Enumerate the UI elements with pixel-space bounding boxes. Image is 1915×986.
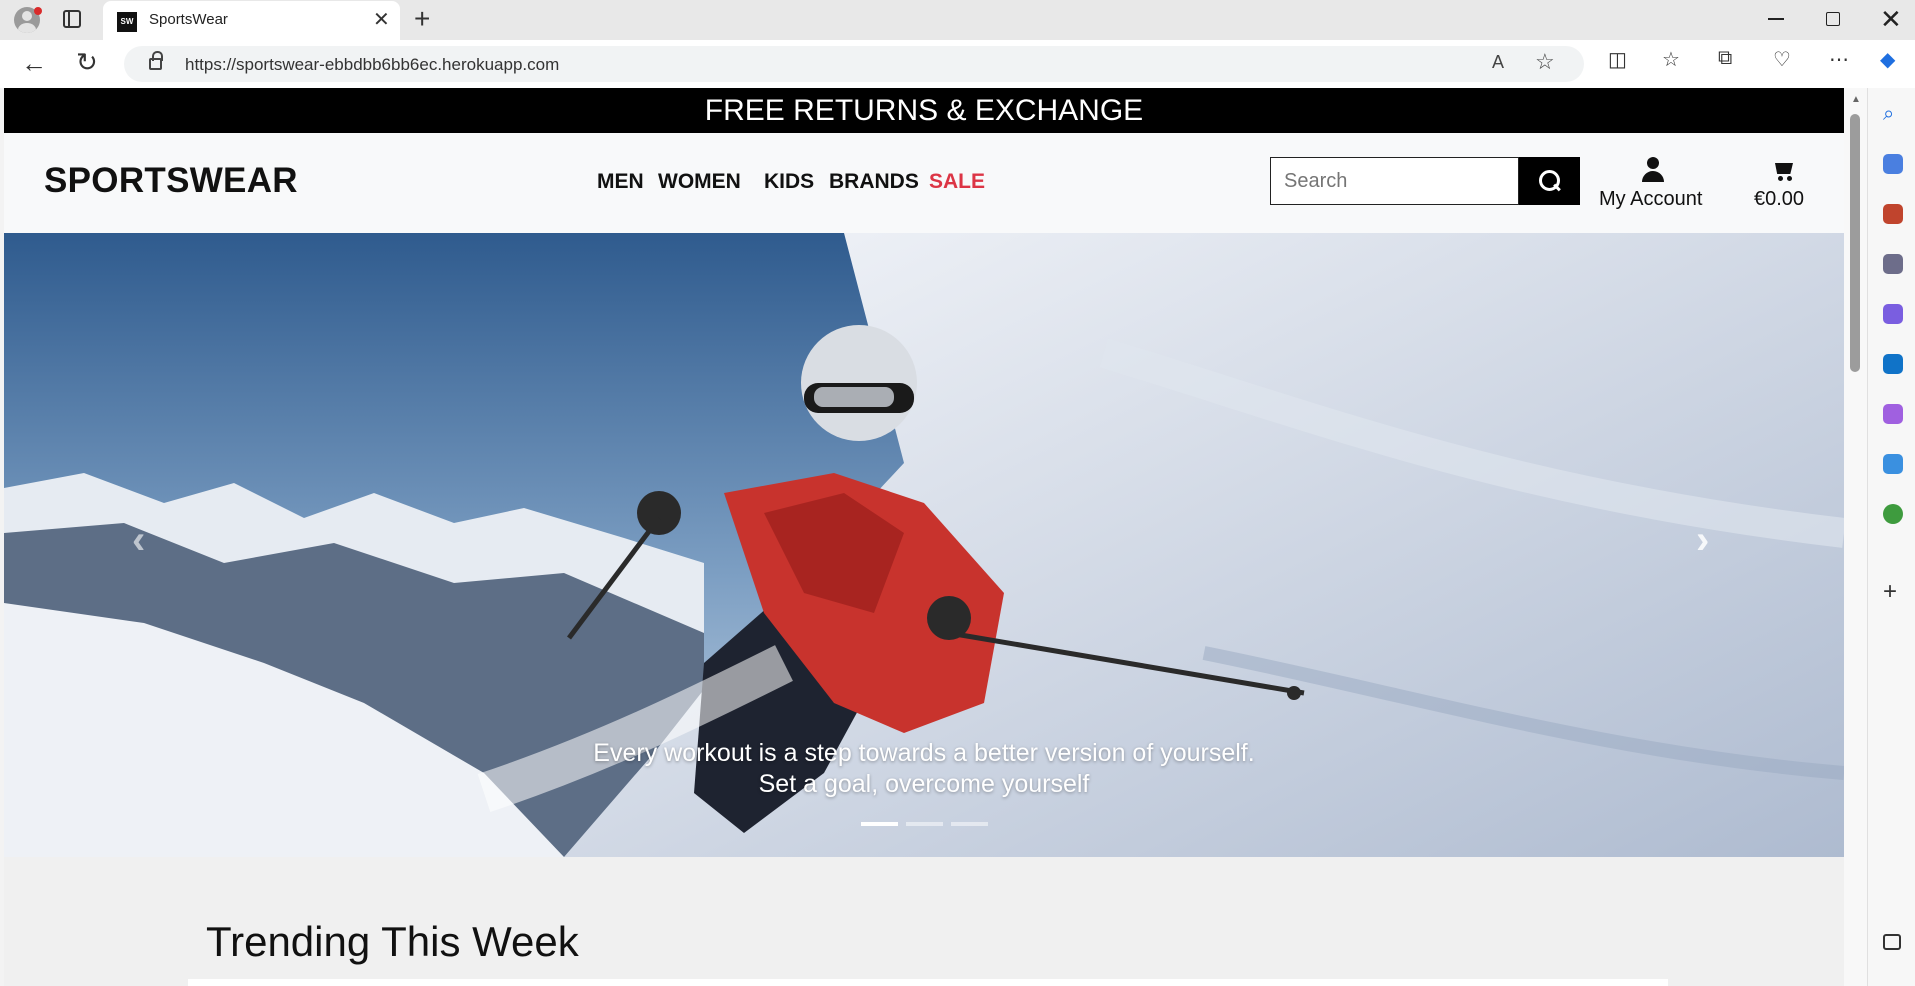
scroll-thumb[interactable] <box>1850 114 1860 372</box>
search-input[interactable] <box>1270 157 1519 205</box>
tab-actions-icon[interactable] <box>63 10 81 28</box>
browser-sidebar: ⌕ + <box>1867 88 1915 986</box>
search-form <box>1270 157 1580 205</box>
maximize-icon[interactable] <box>1826 12 1840 26</box>
url-text[interactable]: https://sportswear-ebbdbb6bb6ec.herokuap… <box>185 55 559 75</box>
cart-total: €0.00 <box>1754 188 1805 210</box>
carousel-indicator-3[interactable] <box>951 822 988 826</box>
my-account-link[interactable]: My Account <box>1599 153 1709 213</box>
copilot-icon[interactable]: ◆ <box>1880 47 1895 72</box>
read-aloud-icon[interactable]: A <box>1492 52 1504 73</box>
carousel-prev-icon[interactable]: ‹ <box>132 518 145 563</box>
trending-heading: Trending This Week <box>206 918 579 965</box>
reload-icon[interactable]: ↻ <box>76 47 98 78</box>
close-tab-icon[interactable]: ✕ <box>373 9 390 31</box>
site-header: SPORTSWEAR MEN WOMEN KIDS BRANDS SALE My… <box>4 133 1844 233</box>
sidebar-games-icon[interactable] <box>1883 254 1903 274</box>
notification-dot <box>34 7 42 15</box>
minimize-icon[interactable] <box>1768 18 1784 20</box>
hero-carousel: ‹ › Every workout is a step towards a be… <box>4 233 1844 857</box>
hero-caption: Every workout is a step towards a better… <box>4 738 1844 800</box>
sidebar-tools-icon[interactable] <box>1883 204 1903 224</box>
tab-title: SportsWear <box>149 11 228 28</box>
nav-women[interactable]: WOMEN <box>658 170 741 194</box>
back-icon[interactable]: ← <box>21 48 47 79</box>
carousel-indicators <box>861 822 991 828</box>
user-icon <box>1641 157 1665 183</box>
search-icon[interactable] <box>1519 157 1580 205</box>
more-options-icon[interactable]: ⋯ <box>1829 47 1849 72</box>
lock-icon[interactable] <box>149 51 163 70</box>
window-close-icon[interactable]: ✕ <box>1880 4 1902 34</box>
sidebar-send-icon[interactable] <box>1883 454 1903 474</box>
web-page: FREE RETURNS & EXCHANGE SPORTSWEAR MEN W… <box>4 88 1844 986</box>
cart-icon <box>1772 160 1796 182</box>
sidebar-shopping-icon[interactable] <box>1883 154 1903 174</box>
nav-brands[interactable]: BRANDS <box>829 170 919 194</box>
account-label: My Account <box>1599 188 1703 210</box>
favorite-star-icon[interactable]: ☆ <box>1535 49 1555 75</box>
nav-kids[interactable]: KIDS <box>764 170 814 194</box>
sidebar-search-icon[interactable]: ⌕ <box>1883 104 1903 124</box>
scroll-up-icon[interactable]: ▲ <box>1851 94 1861 105</box>
sidebar-designer-icon[interactable] <box>1883 404 1903 424</box>
hero-caption-line1: Every workout is a step towards a better… <box>593 739 1255 767</box>
carousel-indicator-2[interactable] <box>906 822 943 826</box>
split-screen-icon[interactable]: ◫ <box>1608 47 1627 72</box>
favorites-icon[interactable]: ☆ <box>1662 47 1680 72</box>
browser-toolbar: ← ↻ https://sportswear-ebbdbb6bb6ec.hero… <box>0 40 1915 88</box>
page-scrollbar[interactable]: ▲ <box>1844 88 1867 986</box>
hero-caption-line2: Set a goal, overcome yourself <box>758 770 1090 798</box>
trending-section <box>188 979 1668 986</box>
address-bar[interactable]: https://sportswear-ebbdbb6bb6ec.herokuap… <box>124 46 1584 82</box>
site-logo[interactable]: SPORTSWEAR <box>44 161 298 201</box>
browser-essentials-icon[interactable]: ♡ <box>1773 47 1791 72</box>
new-tab-icon[interactable]: + <box>414 3 430 35</box>
sidebar-outlook-icon[interactable] <box>1883 354 1903 374</box>
sidebar-add-icon[interactable]: + <box>1883 580 1903 604</box>
nav-men[interactable]: MEN <box>597 170 644 194</box>
promo-banner: FREE RETURNS & EXCHANGE <box>4 88 1844 133</box>
sidebar-m365-icon[interactable] <box>1883 304 1903 324</box>
carousel-next-icon[interactable]: › <box>1696 518 1709 563</box>
collections-icon[interactable]: ⧉ <box>1718 47 1732 70</box>
carousel-indicator-1[interactable] <box>861 822 898 826</box>
sidebar-toggle-icon[interactable] <box>1883 934 1901 950</box>
nav-sale[interactable]: SALE <box>929 170 985 194</box>
browser-tab[interactable]: SW SportsWear ✕ <box>103 1 400 40</box>
browser-tab-strip: SW SportsWear ✕ + ✕ <box>0 0 1915 40</box>
cart-link[interactable]: €0.00 <box>1754 153 1814 213</box>
favicon-icon: SW <box>117 12 137 32</box>
sidebar-tree-icon[interactable] <box>1883 504 1903 524</box>
